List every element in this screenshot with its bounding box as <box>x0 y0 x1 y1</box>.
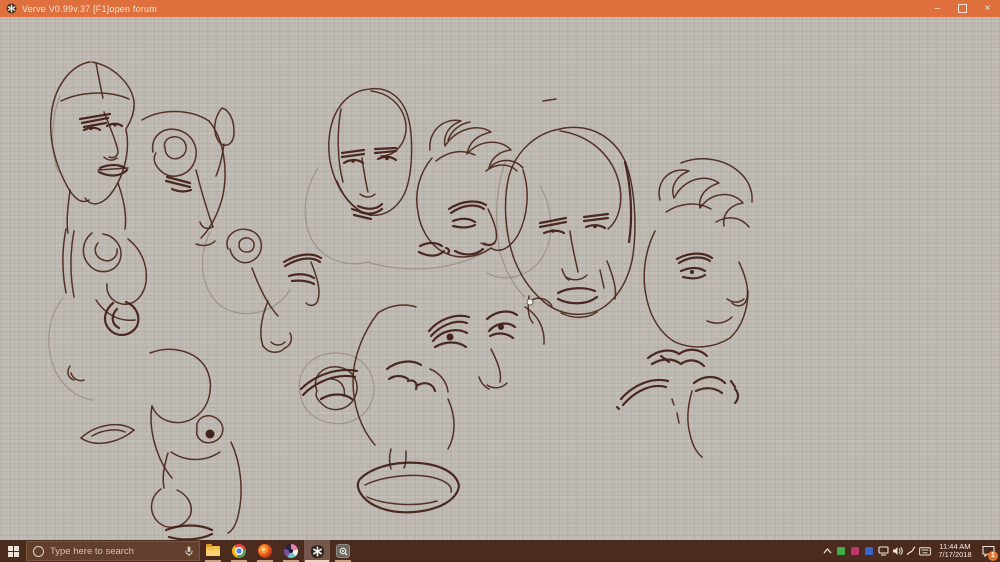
title-bar: Verve V0.99v.37 [F1]open forum – × <box>0 0 1000 17</box>
tray-magenta-app-icon[interactable] <box>848 540 862 562</box>
taskbar-app-chrome[interactable] <box>226 540 252 562</box>
touch-keyboard-icon[interactable] <box>918 540 932 562</box>
volume-icon[interactable] <box>890 540 904 562</box>
action-center-button[interactable]: 1 <box>978 540 998 562</box>
network-icon[interactable] <box>876 540 890 562</box>
minimize-button[interactable]: – <box>925 0 950 17</box>
close-button[interactable]: × <box>975 0 1000 17</box>
tray-green-app-icon[interactable] <box>834 540 848 562</box>
system-tray: 11:44 AM 7/17/2018 1 <box>820 540 1000 562</box>
file-explorer-icon <box>206 546 220 556</box>
taskbar-app-verve[interactable] <box>304 540 330 562</box>
tray-chevron-up-icon[interactable] <box>820 540 834 562</box>
cortana-icon <box>33 546 44 557</box>
paint-wheel-icon <box>284 544 298 558</box>
firefox-icon <box>258 544 272 558</box>
window-controls: – × <box>925 0 1000 17</box>
microphone-icon[interactable] <box>185 546 193 557</box>
taskbar: 11:44 AM 7/17/2018 1 <box>0 540 1000 562</box>
tray-blue-app-icon[interactable] <box>862 540 876 562</box>
chrome-icon <box>232 544 246 558</box>
clock-date: 7/17/2018 <box>935 551 975 560</box>
taskbar-clock[interactable]: 11:44 AM 7/17/2018 <box>935 543 975 560</box>
drawing-canvas[interactable] <box>0 17 1000 540</box>
notification-badge: 1 <box>988 551 998 561</box>
maximize-icon <box>958 4 967 13</box>
minimize-icon: – <box>935 4 941 14</box>
close-icon: × <box>985 4 991 14</box>
verve-logo-icon <box>6 3 17 14</box>
windows-logo-icon <box>8 546 19 557</box>
taskbar-app-firefox[interactable] <box>252 540 278 562</box>
maximize-button[interactable] <box>950 0 975 17</box>
screen-capture-icon <box>336 544 350 558</box>
window-title: Verve V0.99v.37 [F1]open forum <box>22 4 157 14</box>
taskbar-app-file-explorer[interactable] <box>200 540 226 562</box>
taskbar-search[interactable] <box>26 541 200 561</box>
pen-tablet-icon[interactable] <box>904 540 918 562</box>
face-sketches <box>0 17 1000 540</box>
taskbar-app-screen-capture[interactable] <box>330 540 356 562</box>
verve-icon <box>310 544 325 559</box>
cursor-dot <box>527 299 533 305</box>
taskbar-app-paint-wheel[interactable] <box>278 540 304 562</box>
start-button[interactable] <box>0 540 26 562</box>
search-input[interactable] <box>50 546 179 557</box>
